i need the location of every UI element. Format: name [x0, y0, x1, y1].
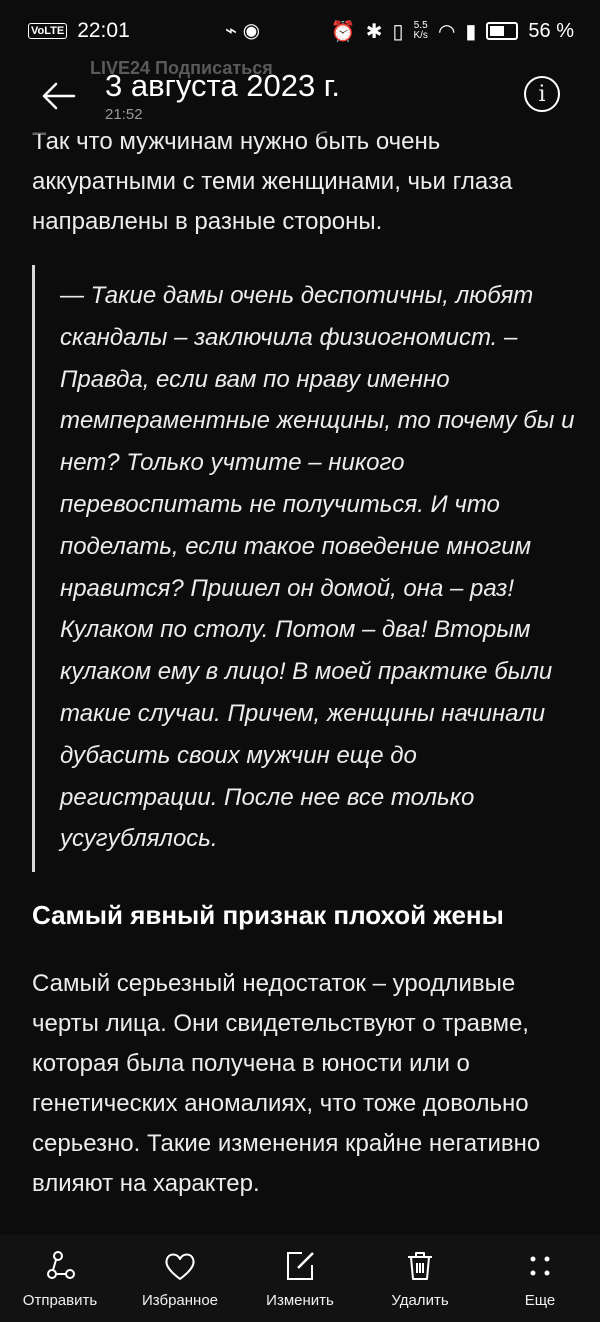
more-dots-icon	[530, 1256, 550, 1276]
signal-icon: ▮	[465, 20, 477, 43]
share-icon	[47, 1251, 75, 1279]
vibrate-icon: ▯	[392, 20, 404, 43]
favorite-label: Избранное	[141, 1292, 219, 1309]
eye-icon: ◉	[242, 20, 261, 42]
alarm-icon: ⏰	[330, 20, 356, 43]
section-heading: Самый явный признак плохой жены	[32, 900, 504, 930]
info-icon[interactable]: i	[524, 76, 560, 112]
back-arrow-icon[interactable]	[38, 76, 78, 116]
battery-percent: 56 %	[528, 19, 574, 42]
status-mid-icons: ⌁ ◉	[225, 18, 260, 43]
favorite-button[interactable]: Избранное	[120, 1234, 240, 1309]
delete-button[interactable]: Удалить	[360, 1234, 480, 1309]
article-body[interactable]: Так что мужчинам нужно быть очень аккура…	[0, 112, 600, 1234]
wifi-icon: ◠	[437, 20, 456, 43]
edit-label: Изменить	[266, 1292, 334, 1309]
page-title: 3 августа 2023 г.	[105, 68, 340, 103]
intro-paragraph: Так что мужчинам нужно быть очень аккура…	[32, 128, 513, 235]
share-label: Отправить	[22, 1292, 98, 1309]
quote-text: — Такие дамы очень деспотичны, любят ска…	[60, 282, 575, 853]
net-speed: 5.5 K/s	[413, 21, 427, 41]
edit-button[interactable]: Изменить	[240, 1234, 360, 1309]
status-bar: VoLTE 22:01 ⌁ ◉ ⏰ ✱ ▯ 5.5 K/s ◠ ▮ 56 %	[0, 0, 600, 62]
status-left: VoLTE 22:01	[28, 19, 130, 43]
clock: 22:01	[77, 19, 130, 42]
more-label: Еще	[524, 1292, 556, 1309]
more-button[interactable]: Еще	[480, 1234, 600, 1309]
body-paragraph: Самый серьезный недостаток – уродливые ч…	[32, 970, 541, 1197]
heart-icon	[165, 1253, 195, 1280]
edit-icon	[287, 1252, 314, 1280]
quote-bar	[32, 265, 35, 872]
net-speed-unit: K/s	[413, 30, 428, 41]
bluetooth-icon: ✱	[365, 20, 383, 43]
delete-label: Удалить	[391, 1292, 449, 1309]
note-header: LIVE24 Подписаться 3 августа 2023 г. 21:…	[0, 58, 600, 134]
volte-badge: VoLTE	[28, 23, 68, 39]
page-subtitle-time: 21:52	[105, 106, 143, 123]
bottom-toolbar: Отправить Избранное Изменить Удалить Еще	[0, 1234, 600, 1322]
trash-icon	[408, 1252, 432, 1280]
battery-icon	[486, 22, 519, 40]
share-button[interactable]: Отправить	[0, 1234, 120, 1309]
nfc-icon: ⌁	[225, 20, 238, 42]
status-right: ⏰ ✱ ▯ 5.5 K/s ◠ ▮ 56 %	[331, 19, 574, 44]
